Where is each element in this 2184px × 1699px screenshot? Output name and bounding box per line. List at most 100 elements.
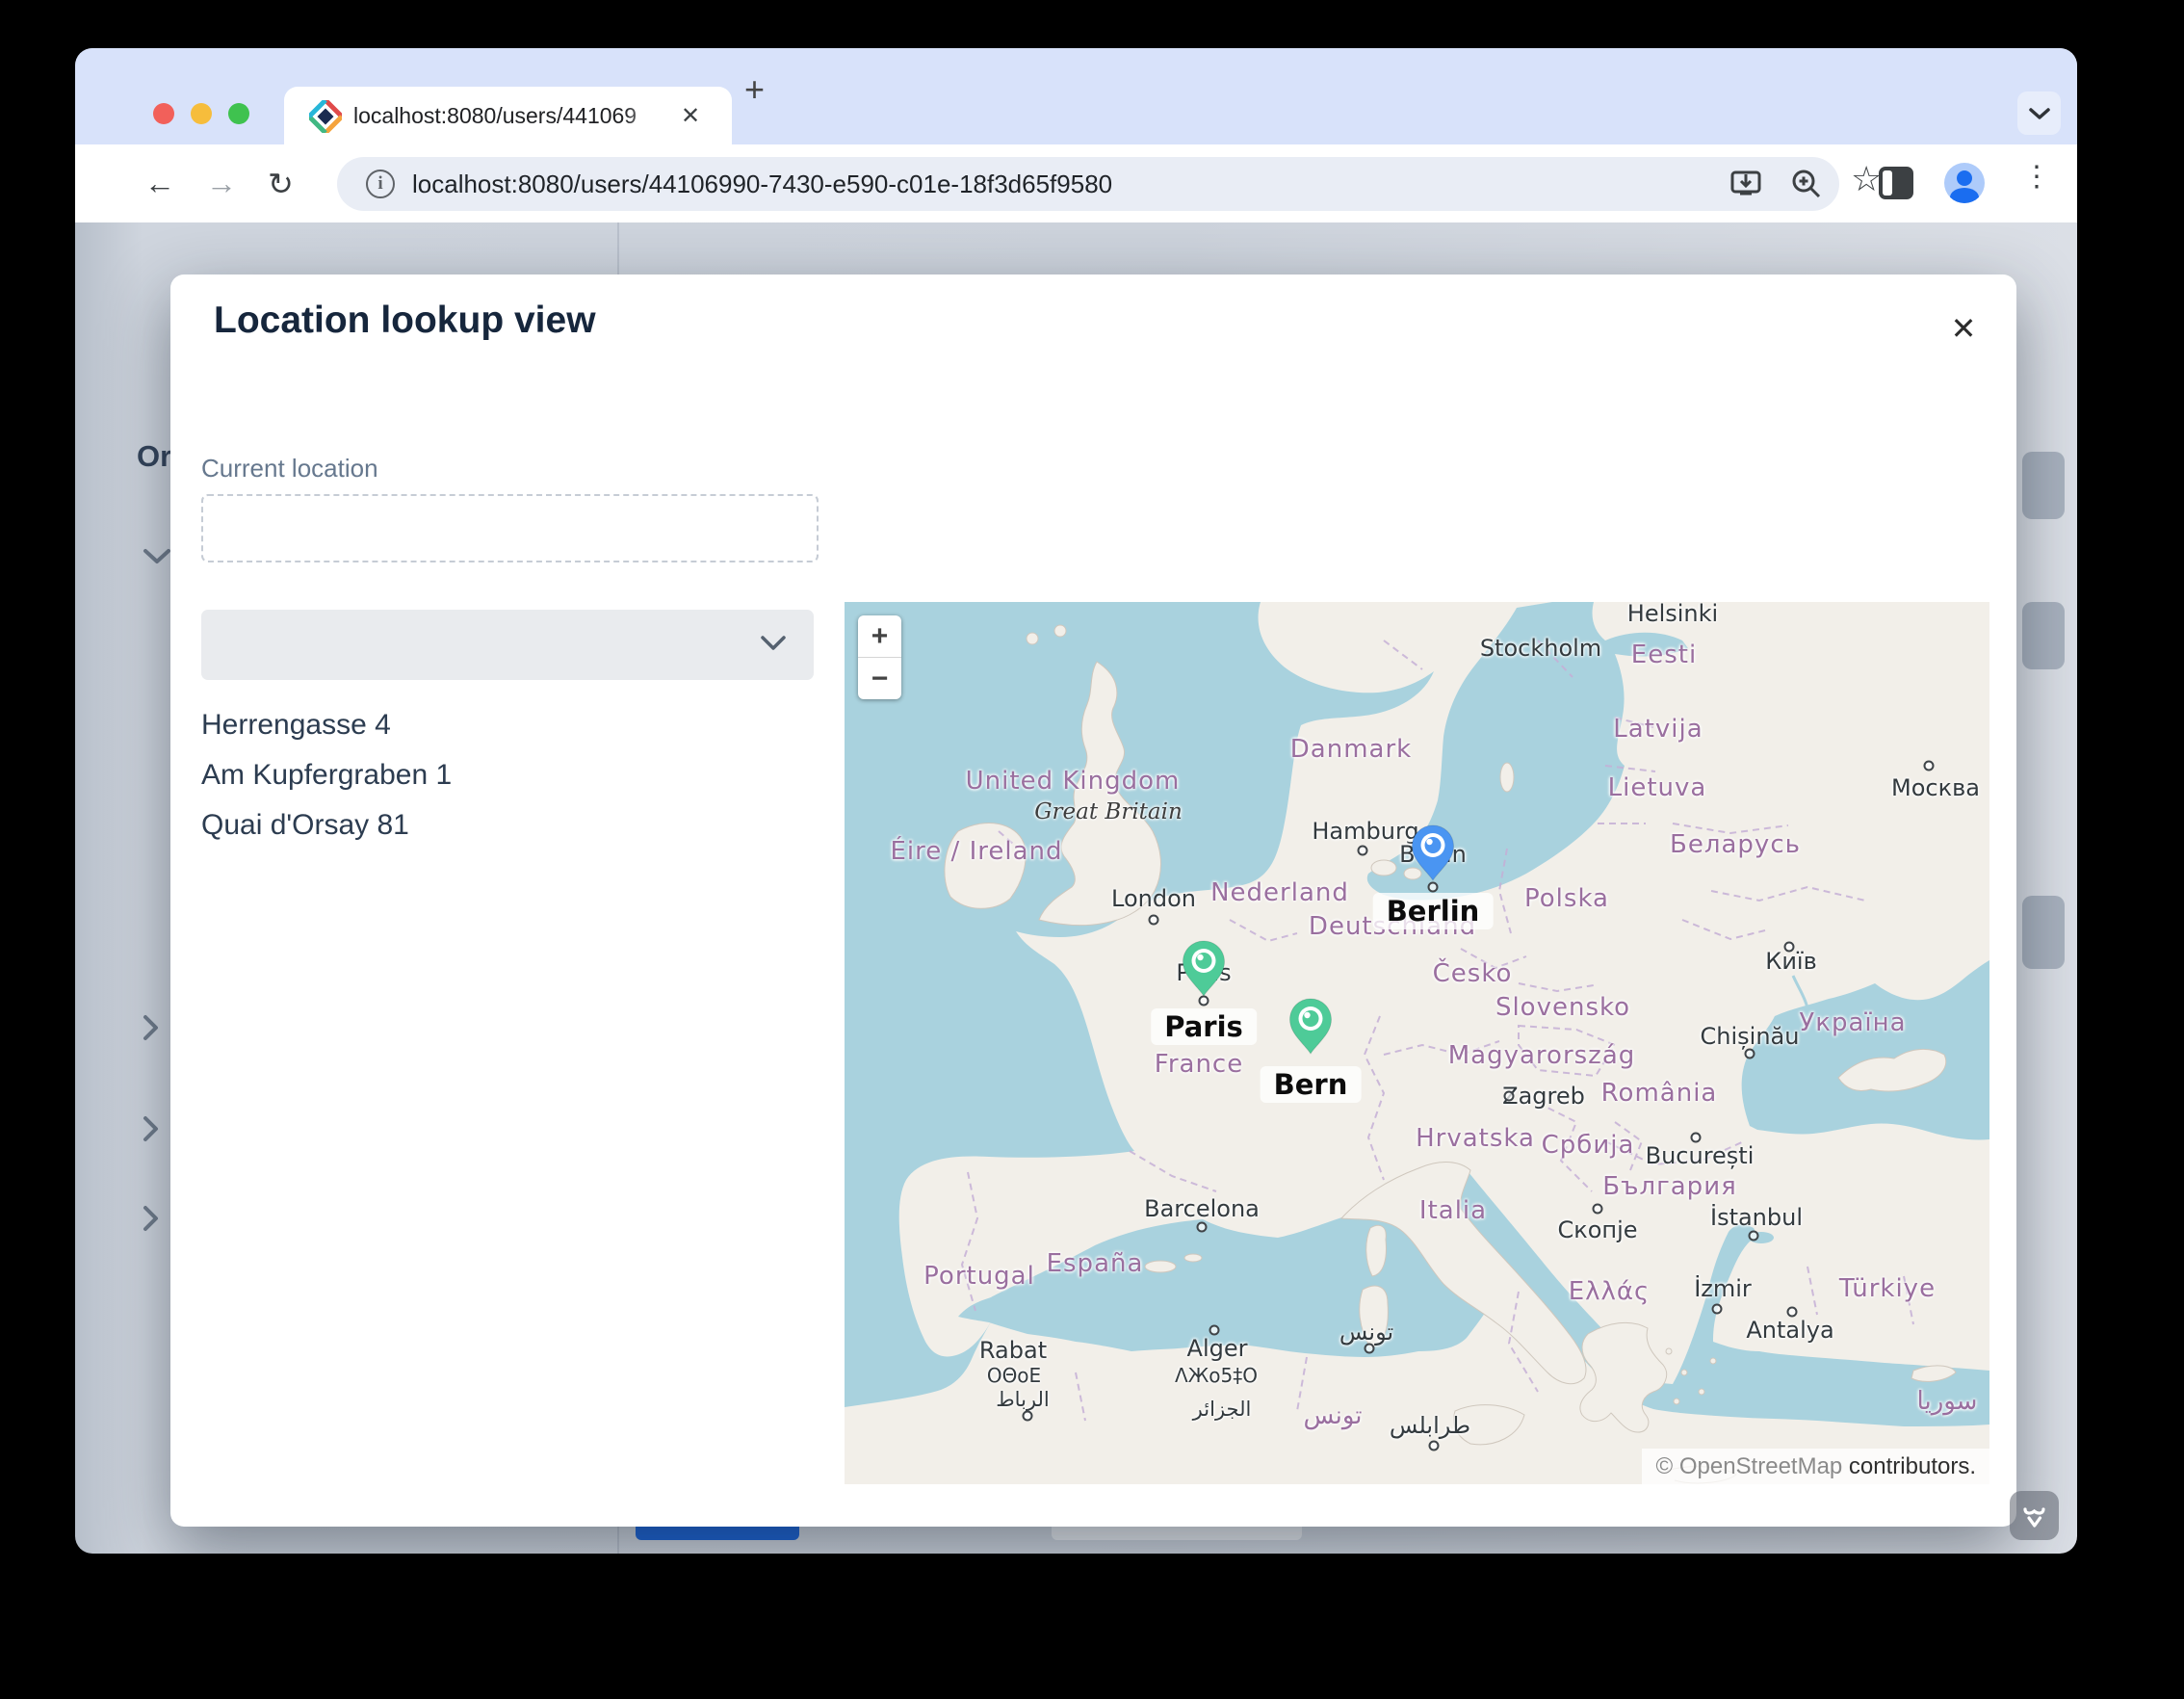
map-country-label: Україна — [1799, 1008, 1907, 1037]
map-country-label: Беларусь — [1670, 830, 1801, 859]
map-country-label: България — [1602, 1172, 1737, 1201]
map-place-label: London — [1111, 885, 1196, 912]
osm-link[interactable]: © OpenStreetMap — [1655, 1453, 1842, 1479]
map-country-label: سوريا — [1916, 1387, 1978, 1416]
marker-label-bern: Bern — [1260, 1066, 1362, 1103]
forward-button[interactable]: → — [206, 166, 237, 201]
map-country-label: Éire / Ireland — [890, 837, 1063, 866]
map-attribution: © OpenStreetMap contributors. — [1642, 1449, 1989, 1484]
side-panel-icon[interactable] — [1879, 167, 1913, 199]
map-place-label: Barcelona — [1144, 1195, 1260, 1222]
address-item[interactable]: Herrengasse 4 — [201, 700, 452, 750]
chevron-down-icon — [761, 636, 786, 650]
map-city-dot — [1148, 914, 1159, 926]
avatar-body — [1950, 188, 1979, 203]
current-location-input[interactable] — [201, 494, 819, 562]
map-city-dot — [1357, 845, 1368, 856]
map-city-dot — [1748, 1230, 1759, 1242]
attribution-suffix: contributors. — [1842, 1453, 1976, 1479]
install-app-icon[interactable] — [1729, 167, 1763, 201]
map-country-label: Magyarország — [1447, 1041, 1636, 1070]
map-place-label: Київ — [1765, 948, 1817, 975]
browser-window: localhost:8080/users/441069 ✕ + ← → ↻ i … — [75, 48, 2077, 1554]
tab-close-icon[interactable]: ✕ — [681, 102, 700, 130]
vaadin-devtools-button[interactable] — [2010, 1491, 2059, 1540]
map-country-label: Türkiye — [1838, 1274, 1937, 1303]
background-field — [2022, 896, 2065, 969]
favicon-icon — [309, 100, 342, 133]
map-marker-paris[interactable] — [1182, 940, 1226, 997]
map-place-label: Stockholm — [1479, 635, 1602, 662]
zoom-in-button[interactable]: + — [858, 615, 901, 657]
map-city-dot — [1364, 1343, 1375, 1354]
map-city-dot — [1783, 941, 1795, 953]
map-place-label: İzmir — [1694, 1275, 1752, 1302]
map-view[interactable]: Helsinki Stockholm Eesti Latvija Москва Lietu… — [845, 602, 1989, 1484]
map-city-dot — [1923, 760, 1935, 771]
chevron-right-icon[interactable] — [143, 1205, 160, 1232]
map-place-label: تونس — [1339, 1319, 1394, 1346]
map-place-label: الجزائر — [1192, 1398, 1252, 1421]
map-country-label: Hrvatska — [1416, 1124, 1535, 1153]
new-tab-button[interactable]: + — [744, 69, 765, 110]
address-item[interactable]: Am Kupfergraben 1 — [201, 750, 452, 800]
screenshot-stage: localhost:8080/users/441069 ✕ + ← → ↻ i … — [0, 0, 2184, 1699]
browser-tab[interactable]: localhost:8080/users/441069 ✕ — [284, 87, 732, 146]
reload-button[interactable]: ↻ — [268, 166, 294, 202]
map-place-label: طرابلس — [1389, 1412, 1471, 1439]
map-place-label: Скопје — [1557, 1216, 1638, 1243]
tab-list-button[interactable] — [2017, 91, 2061, 135]
map-zoom-control: + − — [858, 615, 901, 699]
bookmark-star-icon[interactable]: ☆ — [1851, 159, 1882, 199]
map-country-label: Lietuva — [1607, 773, 1707, 802]
map-place-label: București — [1645, 1142, 1755, 1169]
traffic-close-button[interactable] — [153, 103, 174, 124]
map-marker-bern[interactable] — [1288, 998, 1333, 1055]
site-info-icon[interactable]: i — [366, 170, 395, 198]
url-text: localhost:8080/users/44106990-7430-e590-… — [412, 170, 1113, 198]
dialog-close-button[interactable]: ✕ — [1940, 305, 1987, 352]
map-country-label: Ελλάς — [1568, 1277, 1651, 1306]
chevron-down-icon[interactable] — [143, 548, 171, 565]
chevron-right-icon[interactable] — [143, 1014, 160, 1041]
map-country-label: France — [1154, 1050, 1244, 1079]
map-place-label: ΟΘοΕ — [986, 1364, 1042, 1387]
map-city-dot — [1690, 1132, 1702, 1143]
background-field — [2022, 602, 2065, 669]
chevron-right-icon[interactable] — [143, 1115, 160, 1142]
dialog-title: Location lookup view — [214, 300, 596, 341]
map-city-dot — [1427, 881, 1439, 893]
traffic-minimize-button[interactable] — [191, 103, 212, 124]
profile-avatar[interactable] — [1944, 163, 1985, 203]
map-city-dot — [1428, 1440, 1440, 1451]
map-city-dot — [1503, 1090, 1515, 1102]
browser-menu-icon[interactable]: ⋮ — [2022, 160, 2051, 194]
map-place-label: الرباط — [996, 1388, 1050, 1411]
back-button[interactable]: ← — [144, 166, 175, 201]
background-heading: Or — [137, 439, 172, 473]
address-item[interactable]: Quai d'Orsay 81 — [201, 800, 452, 850]
location-lookup-dialog: Location lookup view ✕ Current location … — [170, 274, 2016, 1527]
map-place-label: İstanbul — [1709, 1204, 1804, 1231]
traffic-zoom-button[interactable] — [228, 103, 249, 124]
zoom-out-button[interactable]: − — [858, 658, 901, 699]
background-secondary-button — [1052, 1527, 1302, 1540]
location-select[interactable] — [201, 610, 814, 680]
address-bar[interactable]: i localhost:8080/users/44106990-7430-e59… — [337, 157, 1882, 211]
map-place-label: Helsinki — [1626, 602, 1719, 627]
map-country-label: Eesti — [1630, 640, 1698, 669]
map-country-label: Slovensko — [1495, 993, 1631, 1022]
zoom-icon[interactable] — [1789, 167, 1824, 201]
map-place-label: Chișinău — [1700, 1023, 1800, 1050]
avatar-head — [1957, 170, 1972, 186]
current-location-label: Current location — [201, 454, 378, 483]
map-country-label: Nederland — [1210, 878, 1349, 907]
map-country-label: United Kingdom — [965, 767, 1181, 796]
map-country-label: România — [1600, 1079, 1718, 1108]
map-place-label: Great Britain — [1034, 799, 1183, 824]
map-country-label: Latvija — [1613, 715, 1703, 744]
pin-icon — [1411, 824, 1455, 881]
map-place-label: ΛЖο5‡Ο — [1175, 1364, 1258, 1387]
map-country-label: Česko — [1432, 959, 1513, 988]
map-marker-berlin[interactable] — [1411, 824, 1455, 881]
